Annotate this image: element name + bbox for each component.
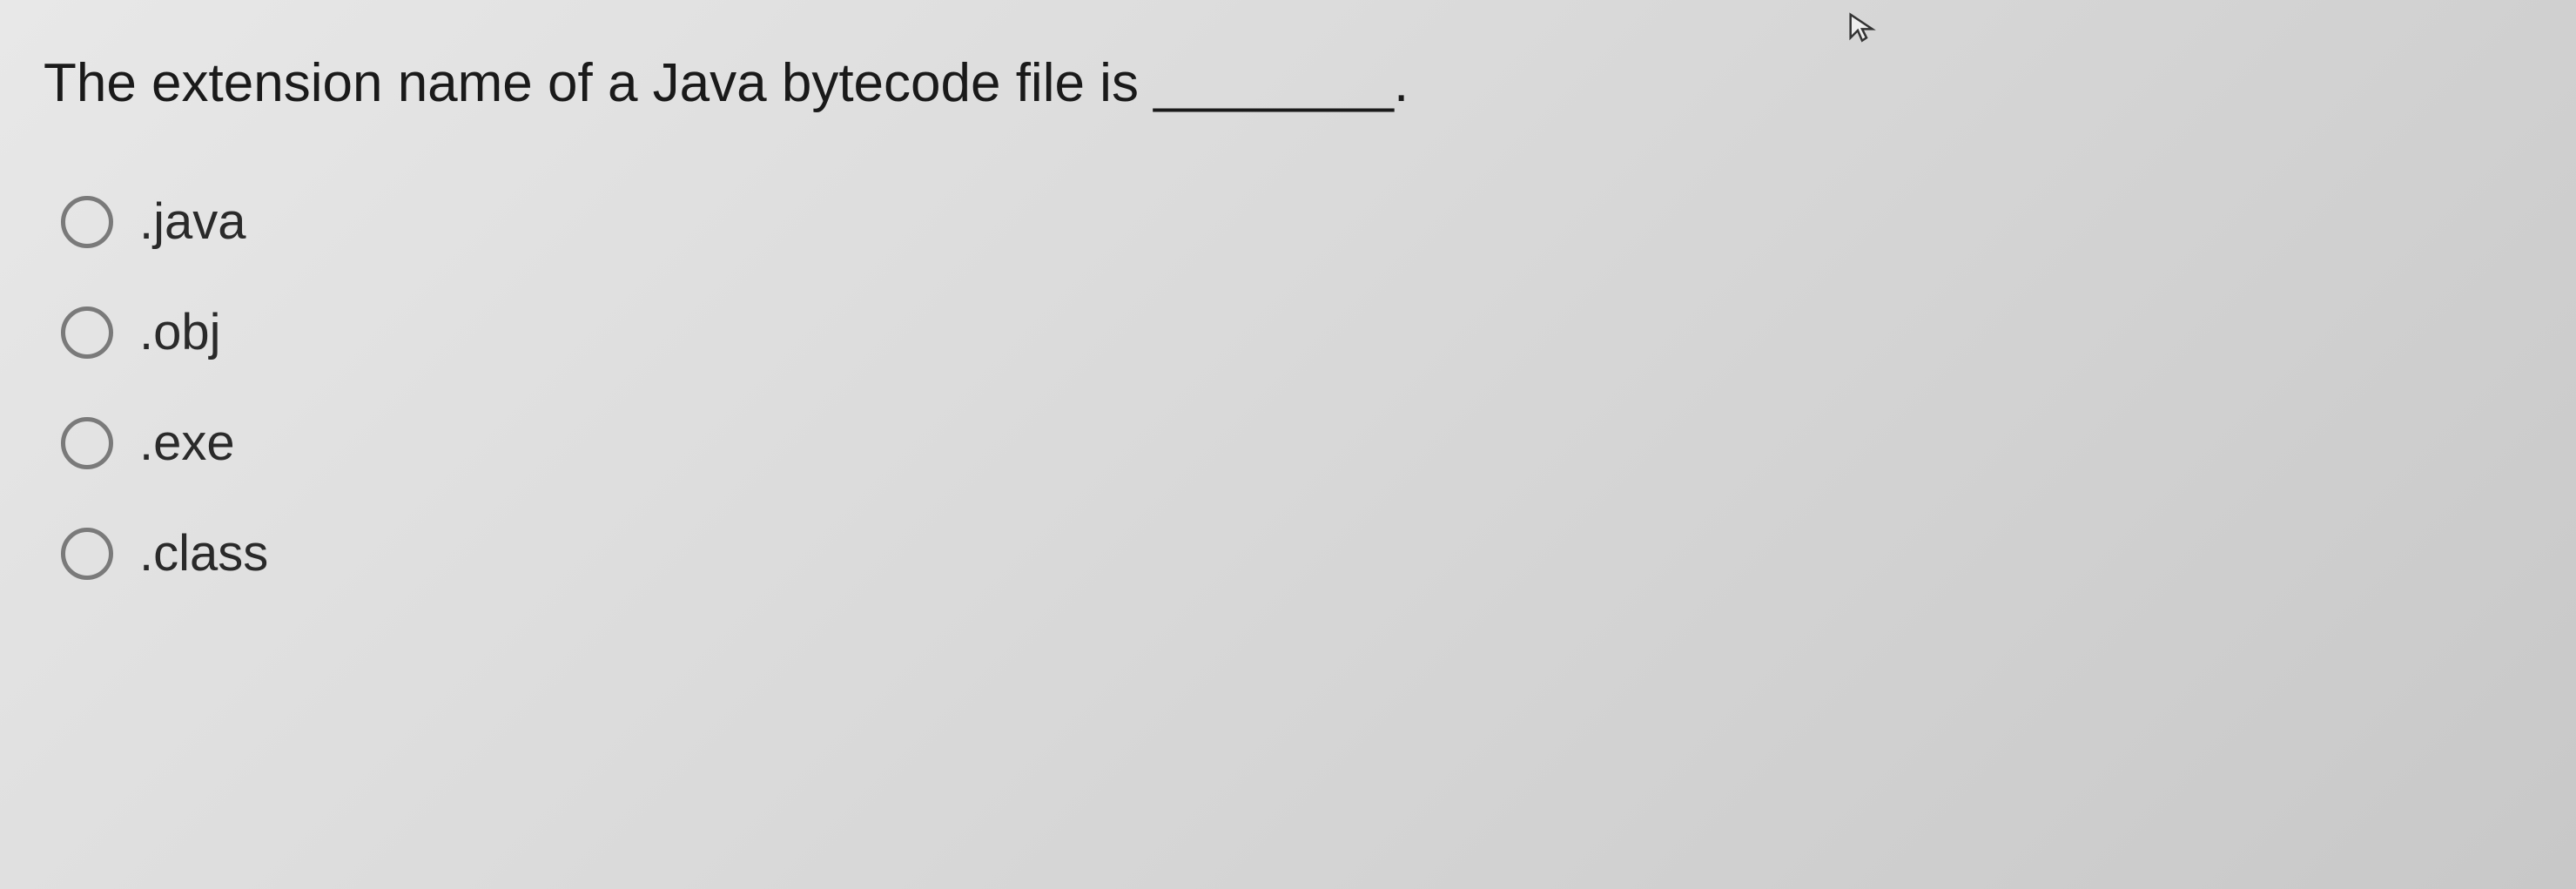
radio-icon[interactable] bbox=[61, 417, 113, 469]
options-group: .java .obj .exe .class bbox=[44, 192, 2532, 583]
option-label: .exe bbox=[139, 414, 235, 472]
option-obj[interactable]: .obj bbox=[61, 303, 2532, 361]
option-label: .obj bbox=[139, 303, 221, 361]
option-class[interactable]: .class bbox=[61, 524, 2532, 583]
option-exe[interactable]: .exe bbox=[61, 414, 2532, 472]
radio-icon[interactable] bbox=[61, 306, 113, 359]
question-text: The extension name of a Java bytecode fi… bbox=[44, 52, 2532, 114]
radio-icon[interactable] bbox=[61, 528, 113, 580]
option-label: .class bbox=[139, 524, 268, 583]
option-java[interactable]: .java bbox=[61, 192, 2532, 251]
cursor-icon bbox=[1845, 9, 1880, 44]
radio-icon[interactable] bbox=[61, 196, 113, 248]
option-label: .java bbox=[139, 192, 246, 251]
